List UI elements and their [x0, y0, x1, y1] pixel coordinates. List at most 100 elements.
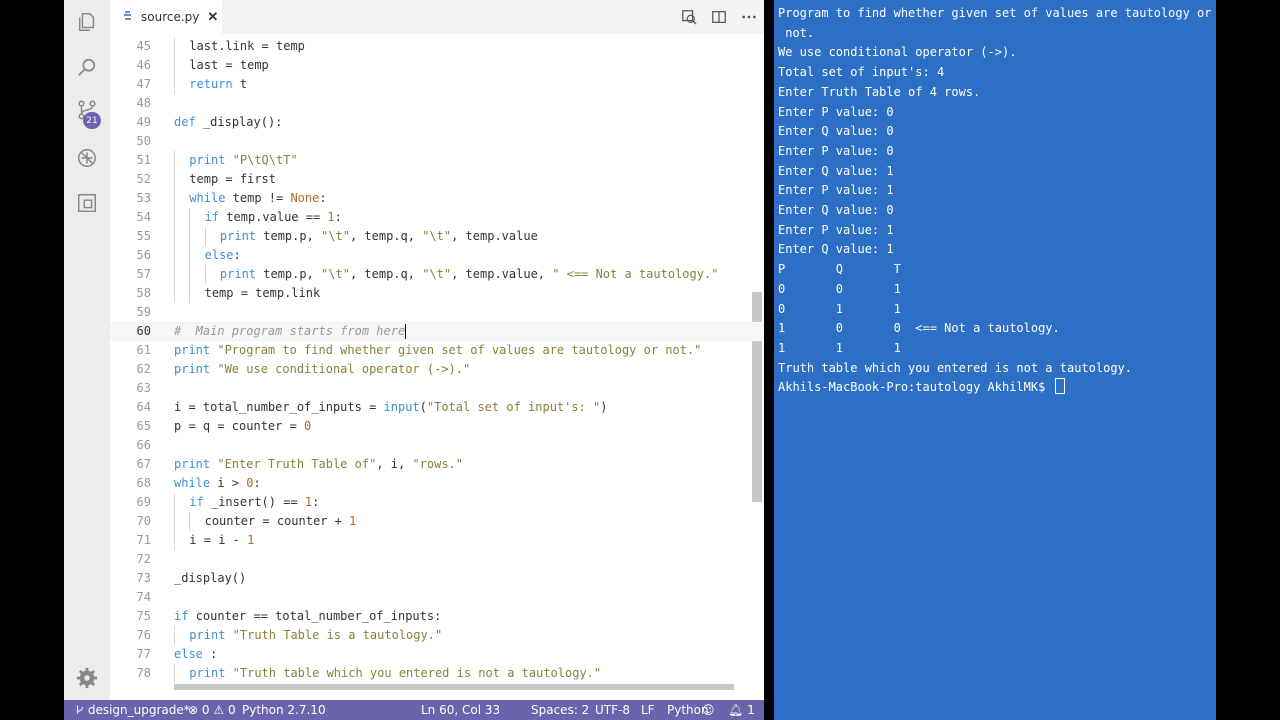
terminal-prompt: Akhils-MacBook-Pro:tautology AkhilMK$ [778, 378, 1065, 397]
terminal-panel[interactable]: Program to find whether given set of val… [774, 0, 1216, 720]
code-token: p = q = counter = [174, 419, 305, 433]
code-line[interactable]: 54 if temp.value == 1: [110, 208, 764, 227]
extensions-icon[interactable] [75, 191, 99, 215]
code-line[interactable]: 47 return t [110, 75, 764, 94]
code-line[interactable]: 65 p = q = counter = 0 [110, 417, 764, 436]
indent-guide [174, 37, 175, 56]
code-line[interactable]: 68 while i > 0: [110, 474, 764, 493]
code-line[interactable]: 67 print "Enter Truth Table of", i, "rows… [110, 455, 764, 474]
interpreter-status[interactable]: Python 2.7.10 [242, 703, 326, 717]
terminal-line: P Q T [778, 260, 901, 279]
code-line[interactable]: 45 last.link = temp [110, 37, 764, 56]
files-icon[interactable] [75, 10, 99, 34]
terminal-line: Enter Q value: 0 [778, 201, 894, 220]
code-line[interactable]: 73 _display() [110, 569, 764, 588]
horizontal-scrollbar[interactable] [174, 684, 734, 690]
terminal-text: Enter Q value: 1 [778, 163, 894, 178]
code-line[interactable]: 76 print "Truth Table is a tautology." [110, 626, 764, 645]
code-text: while i > 0: [174, 474, 261, 493]
code-line[interactable]: 74 [110, 588, 764, 607]
code-text: else : [174, 645, 217, 664]
code-token: " <== Not a tautology." [552, 267, 719, 281]
feedback-icon[interactable]: ☺ [702, 703, 715, 717]
code-line[interactable]: 75 if counter == total_number_of_inputs: [110, 607, 764, 626]
code-line[interactable]: 77 else : [110, 645, 764, 664]
line-number: 69 [136, 495, 151, 509]
code-line[interactable]: 48 [110, 94, 764, 113]
notifications-status[interactable]: 🔔︎ 1 [728, 703, 755, 717]
code-line[interactable]: 55 print temp.p, "\t", temp.q, "\t", temp… [110, 227, 764, 246]
code-line[interactable]: 53 while temp != None: [110, 189, 764, 208]
code-token: "Program to find whether given set of va… [217, 343, 702, 357]
encoding-status[interactable]: UTF-8 [595, 703, 630, 717]
code-text: if temp.value == 1: [205, 208, 342, 227]
code-token: : [202, 647, 218, 661]
code-line[interactable]: 60 # Main program starts from here [110, 322, 764, 341]
code-line[interactable]: 66 [110, 436, 764, 455]
activity-bar: 21 [64, 0, 110, 700]
code-line[interactable]: 71 i = i - 1 [110, 531, 764, 550]
code-line[interactable]: 69 if _insert() == 1: [110, 493, 764, 512]
tab-label: source.py [141, 10, 200, 24]
code-text: else: [205, 246, 241, 265]
tab-source-py[interactable]: source.py ✕ [110, 0, 222, 34]
code-token: : [312, 495, 320, 509]
code-line[interactable]: 50 [110, 132, 764, 151]
code-token: counter = counter + [204, 514, 350, 528]
code-line[interactable]: 59 [110, 303, 764, 322]
indent-guide [174, 265, 175, 284]
code-line[interactable]: 56 else: [110, 246, 764, 265]
code-line[interactable]: 78 print "Truth table which you entered i… [110, 664, 764, 683]
close-tab-icon[interactable]: ✕ [207, 9, 218, 25]
open-changes-icon[interactable] [680, 8, 698, 26]
terminal-line: Enter Q value: 1 [778, 162, 894, 181]
code-line[interactable]: 64 i = total_number_of_inputs = input("To… [110, 398, 764, 417]
problems-status[interactable]: ⊗ 0 ⚠ 0 [188, 703, 236, 717]
code-line[interactable]: 72 [110, 550, 764, 569]
debug-icon[interactable] [75, 146, 99, 170]
line-number: 61 [136, 343, 151, 357]
search-icon[interactable] [75, 56, 99, 80]
code-line[interactable]: 51 print "P\tQ\tT" [110, 151, 764, 170]
code-token: print [174, 362, 211, 376]
branch-status[interactable]: design_upgrade* [76, 703, 190, 717]
code-text: i = i - 1 [189, 531, 254, 550]
split-editor-icon[interactable] [710, 8, 728, 26]
code-line[interactable]: 46 last = temp [110, 56, 764, 75]
code-token: print [189, 628, 226, 642]
branch-label: design_upgrade* [87, 703, 190, 717]
source-control-badge: 21 [83, 112, 101, 129]
line-number: 75 [136, 609, 151, 623]
eol-status[interactable]: LF [641, 703, 655, 717]
code-line[interactable]: 70 counter = counter + 1 [110, 512, 764, 531]
code-editor[interactable]: 45 last.link = temp 46 last = temp 47 return … [110, 34, 764, 690]
terminal-line: Enter P value: 0 [778, 142, 894, 161]
code-line[interactable]: 57 print temp.p, "\t", temp.q, "\t", temp… [110, 265, 764, 284]
code-line[interactable]: 63 [110, 379, 764, 398]
code-token: 1 [327, 210, 335, 224]
code-token: "Truth table which you entered is not a … [232, 666, 602, 680]
terminal-line: 0 0 1 [778, 280, 901, 299]
error-count: 0 [201, 703, 210, 717]
code-line[interactable]: 62 print "We use conditional operator (->… [110, 360, 764, 379]
cursor-position-status[interactable]: Ln 60, Col 33 [421, 703, 500, 717]
line-number: 47 [136, 77, 151, 91]
code-token: i = total_number_of_inputs = [174, 400, 384, 414]
code-line[interactable]: 49 def _display(): [110, 113, 764, 132]
code-line[interactable]: 58 temp = temp.link [110, 284, 764, 303]
code-token: temp = temp.link [204, 286, 321, 300]
terminal-line: Enter P value: 1 [778, 221, 894, 240]
terminal-text: 0 0 1 [778, 281, 901, 296]
terminal-line: Enter P value: 0 [778, 103, 894, 122]
code-line[interactable]: 61 print "Program to find whether given s… [110, 341, 764, 360]
gear-icon[interactable] [76, 667, 98, 689]
code-token: ) [600, 400, 608, 414]
indent-guide [174, 246, 175, 265]
code-line[interactable]: 52 temp = first [110, 170, 764, 189]
more-actions-icon[interactable] [740, 8, 758, 26]
indentation-status[interactable]: Spaces: 2 [531, 703, 589, 717]
code-token: _insert() == [203, 495, 305, 509]
indent-guide [174, 512, 175, 531]
code-token: if [174, 609, 189, 623]
code-token: "Total set of input's: " [426, 400, 601, 414]
